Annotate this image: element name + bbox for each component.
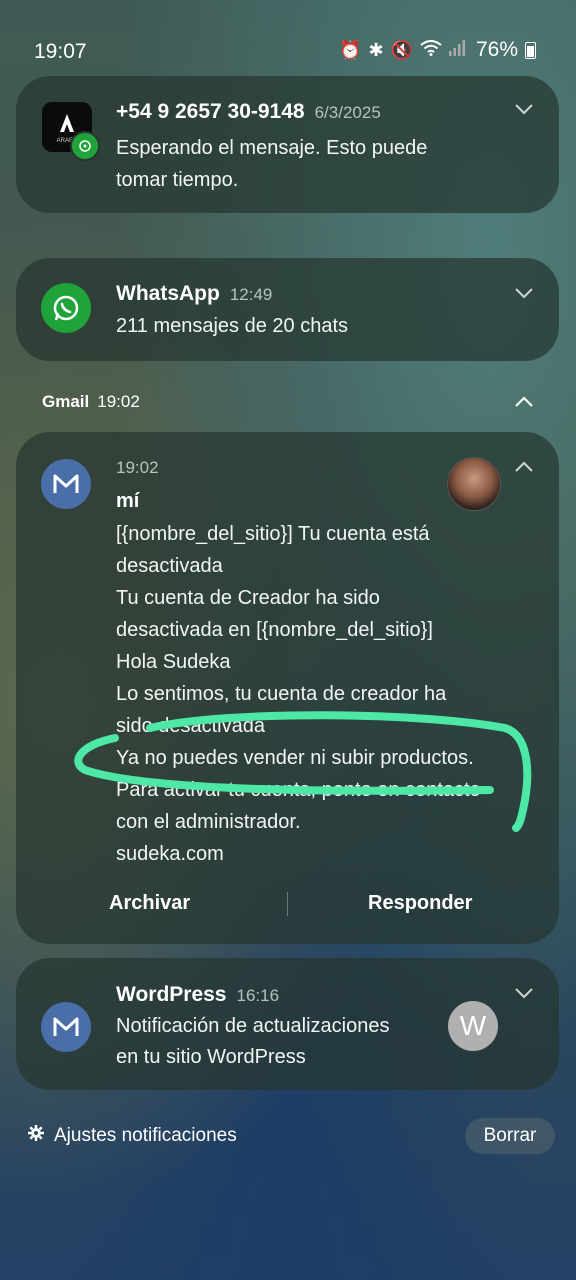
gmail-group-time: 19:02	[97, 392, 140, 411]
gmail-body-line: Hola Sudeka	[116, 651, 231, 673]
whatsapp-time: 12:49	[229, 285, 273, 304]
whatsapp-notification-card[interactable]: WhatsApp 12:49 211 mensajes de 20 chats	[16, 258, 559, 361]
sms-header: +54 9 2657 30-9148 6/3/2025	[116, 100, 381, 124]
chevron-down-icon[interactable]	[514, 286, 534, 304]
sms-body-line: Esperando el mensaje. Esto puede	[116, 137, 428, 159]
reply-button[interactable]: Responder	[368, 892, 472, 915]
wordpress-body: Notificación de actualizaciones en tu si…	[116, 1011, 390, 1073]
gmail-group-header: Gmail 19:02	[42, 392, 140, 412]
bluetooth-icon: ✱	[368, 39, 384, 60]
sms-sender: +54 9 2657 30-9148	[116, 100, 305, 123]
message-badge-icon	[70, 131, 100, 161]
whatsapp-icon	[41, 283, 91, 333]
whatsapp-app-name: WhatsApp	[116, 282, 220, 305]
action-divider	[287, 892, 288, 916]
wordpress-app-name: WordPress	[116, 983, 227, 1006]
mute-icon: 🔇	[390, 39, 413, 60]
whatsapp-body: 211 mensajes de 20 chats	[116, 315, 349, 337]
wordpress-body-line: Notificación de actualizaciones	[116, 1015, 390, 1037]
gmail-sender: mí	[116, 490, 140, 512]
avatar	[447, 457, 501, 511]
gmail-body-line: sudeka.com	[116, 843, 224, 865]
gmail-body-line: Lo sentimos, tu cuenta de creador ha	[116, 683, 447, 705]
gmail-body-line: desactivada en [{nombre_del_sitio}]	[116, 619, 433, 641]
avatar: W	[448, 1001, 498, 1051]
clock: 19:07	[34, 40, 87, 63]
gmail-body: [{nombre_del_sitio}] Tu cuenta está desa…	[116, 518, 481, 870]
settings-label: Ajustes notificaciones	[54, 1125, 237, 1146]
status-icons: ⏰ ✱ 🔇 76%	[339, 38, 536, 62]
wifi-icon	[420, 39, 442, 61]
gmail-group-app-name: Gmail	[42, 392, 90, 411]
wordpress-time: 16:16	[236, 986, 280, 1005]
sms-body-line: tomar tiempo.	[116, 169, 239, 191]
archive-button[interactable]: Archivar	[109, 892, 190, 915]
battery-icon	[525, 41, 536, 59]
sms-body: Esperando el mensaje. Esto puede tomar t…	[116, 132, 427, 196]
battery-percent: 76%	[475, 38, 518, 61]
gmail-body-line: con el administrador.	[116, 811, 301, 833]
gmail-icon	[41, 459, 91, 509]
notification-settings-link[interactable]: Ajustes notificaciones	[28, 1125, 237, 1147]
gmail-body-line: desactivada	[116, 555, 223, 577]
gmail-body-line: Para activar tu cuenta, ponte en contact…	[116, 779, 481, 801]
gear-icon	[28, 1125, 44, 1147]
wordpress-header: WordPress 16:16	[116, 983, 279, 1007]
chevron-up-icon[interactable]	[514, 460, 534, 478]
whatsapp-header: WhatsApp 12:49	[116, 282, 272, 306]
gmail-notification-card[interactable]: 19:02 mí [{nombre_del_sitio}] Tu cuenta …	[16, 432, 559, 944]
wordpress-notification-card[interactable]: WordPress 16:16 W Notificación de actuali…	[16, 958, 559, 1090]
signal-icon	[448, 39, 465, 61]
sms-date: 6/3/2025	[314, 103, 381, 122]
gmail-body-line: sido desactivada	[116, 715, 265, 737]
wordpress-body-line: en tu sitio WordPress	[116, 1046, 306, 1068]
chevron-down-icon[interactable]	[514, 102, 534, 120]
gmail-icon	[41, 1002, 91, 1052]
gmail-message-time: 19:02	[116, 458, 159, 477]
sms-notification-card[interactable]: ARARA +54 9 2657 30-9148 6/3/2025 Esperan…	[16, 76, 559, 213]
alarm-icon: ⏰	[339, 39, 362, 60]
chevron-down-icon[interactable]	[514, 986, 534, 1004]
chevron-up-icon[interactable]	[514, 392, 534, 413]
gmail-body-line: [{nombre_del_sitio}] Tu cuenta está	[116, 523, 430, 545]
gmail-body-line: Ya no puedes vender ni subir productos.	[116, 747, 474, 769]
gmail-body-line: Tu cuenta de Creador ha sido	[116, 587, 380, 609]
clear-button[interactable]: Borrar	[465, 1118, 555, 1154]
